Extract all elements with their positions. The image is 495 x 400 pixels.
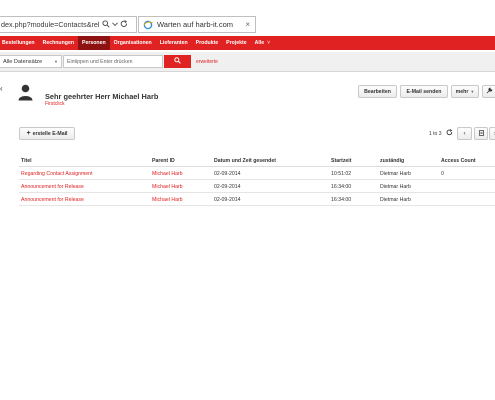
wrench-button[interactable] [482, 85, 495, 98]
refresh-icon[interactable] [120, 19, 128, 30]
row-access-count: 0 [441, 171, 444, 177]
chevron-down-icon: ▼ [54, 59, 58, 64]
nav-item-projekte[interactable]: Projekte [222, 36, 250, 50]
refresh-icon[interactable] [446, 129, 453, 138]
next-page-button[interactable]: › [489, 127, 495, 140]
chevron-left-icon: ‹ [463, 130, 466, 137]
tab-title: Warten auf harb-it.com [157, 20, 233, 29]
send-email-button[interactable]: E-Mail senden [400, 85, 448, 98]
row-title-link[interactable]: Regarding Contact Assignment [21, 171, 93, 177]
row-parent-link[interactable]: Michael Harb [152, 184, 183, 190]
address-bar[interactable]: dex.php?module=Contacts&rel [0, 16, 137, 33]
table-row: Announcement for Release Michael Harb 02… [19, 180, 495, 193]
close-icon[interactable]: × [245, 20, 250, 29]
row-start-time: 16:34:00 [331, 184, 352, 190]
advanced-search-link[interactable]: erweiterte [196, 59, 218, 65]
row-title-link[interactable]: Announcement for Release [21, 184, 84, 190]
row-date: 02-09-2014 [214, 171, 241, 177]
browser-chrome: dex.php?module=Contacts&rel Warten auf h… [0, 0, 495, 36]
nav-item-lieferanten[interactable]: Lieferanten [156, 36, 192, 50]
nav-item-alle[interactable]: Alle ˅ [251, 36, 275, 50]
prev-page-button[interactable]: ‹ [457, 127, 472, 140]
row-assigned: Dietmar Harb [380, 197, 411, 203]
plus-icon: + [26, 130, 31, 137]
table-row: Regarding Contact Assignment Michael Har… [19, 167, 495, 180]
record-title: Sehr geehrter Herr Michael Harb [45, 92, 159, 101]
chevron-down-icon: ˅ [267, 40, 271, 46]
nav-item-bestellungen[interactable]: Bestellungen [0, 36, 39, 50]
column-header-parent[interactable]: Parent ID [152, 158, 175, 164]
datasets-select-label: Alle Datensätze [3, 58, 43, 65]
more-button-label: mehr [455, 88, 469, 95]
search-input-placeholder: Eintippen und Enter drücken [67, 58, 133, 65]
nav-item-produkte[interactable]: Produkte [192, 36, 222, 50]
column-header-title[interactable]: Titel [21, 158, 32, 164]
row-date: 02-09-2014 [214, 197, 241, 203]
row-parent-link[interactable]: Michael Harb [152, 171, 183, 177]
row-start-time: 10:51:02 [331, 171, 352, 177]
datasets-select[interactable]: Alle Datensätze ▼ [0, 55, 62, 68]
search-input[interactable]: Eintippen und Enter drücken [63, 55, 163, 68]
record-subtitle-link[interactable]: Firstclick [45, 101, 64, 107]
more-button[interactable]: mehr ▼ [451, 85, 479, 98]
column-header-date-sent[interactable]: Datum und Zeit gesendet [214, 158, 276, 164]
email-table: Titel Parent ID Datum und Zeit gesendet … [19, 155, 495, 206]
create-email-button[interactable]: + erstelle E-Mail [19, 127, 75, 140]
search-bar: Alle Datensätze ▼ Eintippen und Enter dr… [0, 52, 495, 72]
row-parent-link[interactable]: Michael Harb [152, 197, 183, 203]
dropdown-icon[interactable] [112, 21, 118, 29]
nav-item-personen[interactable]: Personen [78, 36, 110, 50]
table-header: Titel Parent ID Datum und Zeit gesendet … [19, 155, 495, 167]
row-assigned: Dietmar Harb [380, 171, 411, 177]
nav-item-alle-label: Alle [254, 40, 265, 46]
back-icon[interactable]: ‹ [0, 84, 3, 93]
document-icon [478, 129, 484, 138]
wrench-icon [486, 87, 493, 96]
row-title-link[interactable]: Announcement for Release [21, 197, 84, 203]
row-assigned: Dietmar Harb [380, 184, 411, 190]
nav-item-organisationen[interactable]: Organisationen [110, 36, 156, 50]
pager-range: 1 to 3 [429, 131, 442, 137]
record-count-button[interactable] [474, 127, 488, 140]
person-avatar-icon [18, 84, 33, 101]
ie-loading-icon [143, 20, 153, 30]
row-date: 02-09-2014 [214, 184, 241, 190]
main-nav: Bestellungen Rechnungen Personen Organis… [0, 36, 495, 50]
column-header-access-count[interactable]: Access Count [441, 158, 476, 164]
create-email-label: erstelle E-Mail [32, 130, 68, 137]
search-icon[interactable] [102, 19, 110, 30]
nav-item-rechnungen[interactable]: Rechnungen [39, 36, 78, 50]
search-icon [174, 57, 181, 66]
search-button[interactable] [164, 55, 191, 68]
address-bar-url[interactable]: dex.php?module=Contacts&rel [0, 20, 100, 29]
column-header-start-time[interactable]: Startzeit [331, 158, 351, 164]
table-row: Announcement for Release Michael Harb 02… [19, 193, 495, 206]
browser-tab[interactable]: Warten auf harb-it.com × [138, 16, 256, 33]
column-header-assigned[interactable]: zuständig [380, 158, 404, 164]
edit-button[interactable]: Bearbeiten [358, 85, 397, 98]
row-start-time: 16:34:00 [331, 197, 352, 203]
chevron-down-icon: ▼ [470, 89, 475, 94]
